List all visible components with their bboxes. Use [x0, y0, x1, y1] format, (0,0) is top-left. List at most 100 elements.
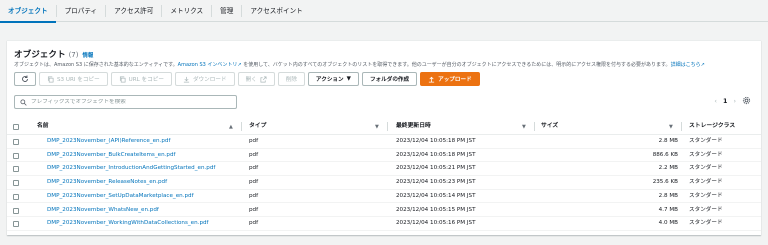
copy-icon [47, 76, 54, 82]
column-last-modified[interactable]: 最終更新日時 [396, 118, 431, 135]
tab-permissions[interactable]: アクセス許可 [106, 0, 161, 22]
inventory-link[interactable]: Amazon S3 インベントリ [178, 62, 238, 68]
refresh-button[interactable] [14, 72, 36, 86]
object-storage-class: スタンダード [689, 151, 723, 158]
current-page[interactable]: 1 [723, 97, 727, 105]
download-label: ダウンロード [192, 77, 227, 83]
object-type: pdf [249, 165, 259, 172]
learn-more-link[interactable]: 詳細はこちら [671, 62, 701, 68]
gear-icon[interactable] [742, 96, 751, 105]
info-link[interactable]: 情報 [83, 51, 94, 59]
upload-label: アップロード [438, 77, 472, 83]
object-storage-class: スタンダード [689, 165, 723, 172]
sort-icon[interactable]: ▼ [669, 124, 673, 130]
tab-access-points[interactable]: アクセスポイント [242, 0, 310, 22]
copy-icon [119, 76, 126, 82]
table-row: DMP_2023November_ReleaseNotes_en.pdf pdf… [7, 176, 761, 190]
actions-dropdown[interactable]: アクション ▼ [307, 72, 359, 86]
copy-s3-uri-label: S3 URI をコピー [57, 77, 100, 83]
column-divider [241, 122, 242, 131]
row-checkbox[interactable] [13, 166, 19, 173]
open-button[interactable]: 開く [237, 72, 275, 86]
object-type: pdf [249, 206, 259, 213]
tab-management[interactable]: 管理 [212, 0, 241, 22]
object-storage-class: スタンダード [689, 192, 723, 199]
table-header: 名前 ▲ タイプ ▼ 最終更新日時 ▼ サイズ ▼ ストレージクラス [7, 118, 761, 135]
object-name-link[interactable]: DMP_2023November_WhatsNew_en.pdf [47, 204, 159, 218]
object-name-link[interactable]: DMP_2023November_SetUpDataMarketplace_en… [47, 190, 194, 204]
object-name-link[interactable]: DMP_2023November_ReleaseNotes_en.pdf [47, 176, 167, 190]
table-row: DMP_2023November_SetUpDataMarketplace_en… [7, 190, 761, 204]
row-checkbox[interactable] [13, 180, 19, 187]
copy-s3-uri-button[interactable]: S3 URI をコピー [39, 72, 108, 86]
table-row: DMP_2023November_IntroductionAndGettingS… [7, 162, 761, 177]
object-storage-class: スタンダード [689, 138, 723, 144]
sort-ascending-icon[interactable]: ▲ [229, 124, 233, 130]
copy-url-button[interactable]: URL をコピー [110, 72, 172, 86]
prev-page-button[interactable]: ‹ [714, 97, 717, 105]
row-checkbox[interactable] [13, 221, 19, 228]
sort-icon[interactable]: ▼ [375, 124, 379, 130]
object-count: (7) [68, 51, 79, 59]
object-type: pdf [249, 192, 259, 199]
object-storage-class: スタンダード [689, 206, 723, 213]
delete-button[interactable]: 削除 [277, 72, 305, 86]
download-button[interactable]: ダウンロード [174, 72, 235, 86]
next-page-button[interactable]: › [733, 97, 736, 105]
object-toolbar: S3 URI をコピー URL をコピー ダウンロード 開く 削除 アクション … [14, 72, 480, 86]
object-type: pdf [249, 138, 259, 144]
object-size: 886.6 KB [652, 151, 678, 158]
column-size[interactable]: サイズ [541, 118, 558, 135]
external-link-icon: ↗ [700, 62, 705, 68]
select-all-checkbox[interactable] [13, 123, 19, 130]
object-name-link[interactable]: DMP_2023November_BulkCreateItems_en.pdf [47, 149, 175, 163]
sort-icon[interactable]: ▼ [522, 124, 526, 130]
object-last-modified: 2023/12/04 10:05:15 PM JST [396, 206, 476, 213]
object-name-link[interactable]: DMP_2023November_(API)Reference_en.pdf [47, 135, 170, 149]
external-link-icon [260, 76, 267, 82]
object-last-modified: 2023/12/04 10:05:21 PM JST [396, 165, 476, 172]
create-folder-button[interactable]: フォルダの作成 [361, 72, 418, 86]
panel-header: オブジェクト (7) 情報 [14, 48, 93, 60]
object-name-link[interactable]: DMP_2023November_WorkingWithDataCollecti… [47, 217, 209, 231]
objects-panel: オブジェクト (7) 情報 オブジェクトは、Amazon S3 に保存された基本… [7, 40, 761, 235]
object-size: 235.6 KB [652, 179, 678, 186]
column-name[interactable]: 名前 [37, 118, 49, 135]
object-size: 2.8 MB [658, 192, 678, 199]
table-row: DMP_2023November_WhatsNew_en.pdf pdf 202… [7, 204, 761, 218]
panel-title: オブジェクト [14, 50, 66, 60]
object-type: pdf [249, 179, 259, 186]
copy-url-label: URL をコピー [128, 77, 164, 83]
search-icon [20, 98, 27, 106]
row-checkbox[interactable] [13, 193, 19, 200]
object-size: 4.0 MB [658, 220, 678, 227]
column-divider [387, 122, 388, 131]
delete-label: 削除 [285, 77, 297, 83]
object-storage-class: スタンダード [689, 179, 723, 186]
row-checkbox[interactable] [13, 139, 19, 145]
column-divider [681, 122, 682, 131]
object-type: pdf [249, 151, 259, 158]
object-last-modified: 2023/12/04 10:05:14 PM JST [396, 192, 476, 199]
object-last-modified: 2023/12/04 10:05:23 PM JST [396, 179, 476, 186]
tab-objects[interactable]: オブジェクト [0, 0, 56, 23]
object-type: pdf [249, 220, 259, 227]
download-icon [183, 76, 190, 82]
search-input[interactable] [31, 99, 231, 105]
row-checkbox[interactable] [13, 152, 19, 159]
tab-bar: オブジェクト プロパティ アクセス許可 メトリクス 管理 アクセスポイント [0, 0, 768, 23]
object-name-link[interactable]: DMP_2023November_IntroductionAndGettingS… [47, 162, 215, 176]
row-checkbox[interactable] [13, 207, 19, 214]
table-row: DMP_2023November_BulkCreateItems_en.pdf … [7, 149, 761, 163]
tab-metrics[interactable]: メトリクス [162, 0, 211, 22]
column-type[interactable]: タイプ [249, 118, 266, 135]
object-last-modified: 2023/12/04 10:05:16 PM JST [396, 220, 476, 227]
open-label: 開く [245, 77, 257, 83]
tab-properties[interactable]: プロパティ [57, 0, 106, 22]
upload-button[interactable]: アップロード [420, 72, 480, 86]
create-folder-label: フォルダの作成 [369, 77, 410, 83]
object-last-modified: 2023/12/04 10:05:18 PM JST [396, 151, 476, 158]
column-storage-class[interactable]: ストレージクラス [689, 118, 735, 135]
object-size: 2.2 MB [658, 165, 678, 172]
object-storage-class: スタンダード [689, 220, 723, 227]
